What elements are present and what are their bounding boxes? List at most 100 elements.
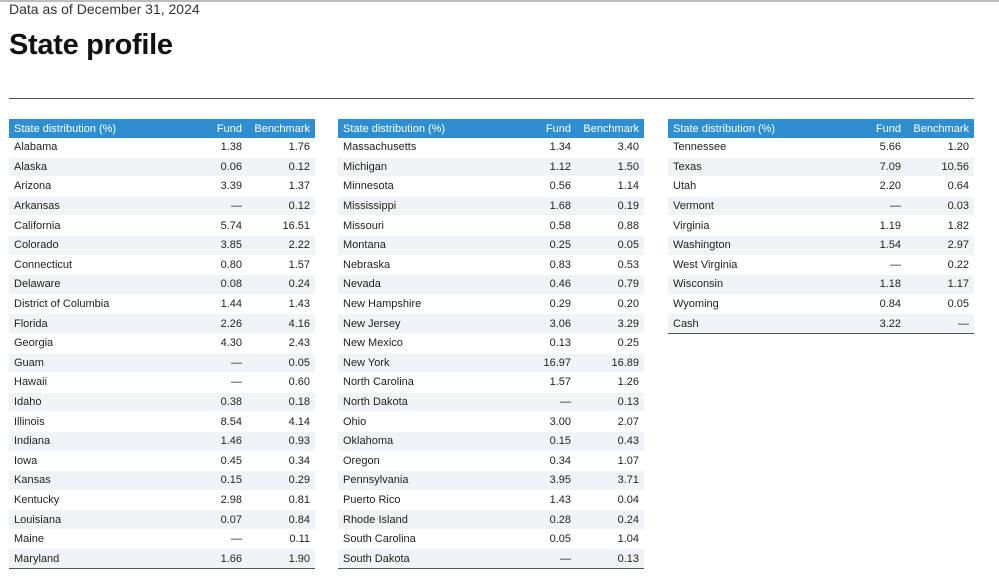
benchmark-value-cell: 0.11 bbox=[247, 529, 315, 550]
fund-value-cell: 5.66 bbox=[850, 138, 906, 158]
table-row: Delaware 0.08 0.24 bbox=[9, 274, 315, 295]
state-name-cell: Delaware bbox=[9, 274, 191, 295]
table-row: Kentucky 2.98 0.81 bbox=[9, 490, 315, 511]
state-name-cell: Alaska bbox=[9, 157, 191, 178]
table-row: Alabama 1.38 1.76 bbox=[9, 138, 315, 158]
benchmark-value-cell: 0.13 bbox=[576, 392, 644, 413]
state-name-cell: Oregon bbox=[338, 451, 520, 472]
state-table-2: State distribution (%) Fund Benchmark Ma… bbox=[338, 119, 644, 570]
state-name-cell: Mississippi bbox=[338, 196, 520, 217]
benchmark-value-cell: 1.76 bbox=[247, 138, 315, 158]
table-row: Florida 2.26 4.16 bbox=[9, 313, 315, 334]
table-row: Maryland 1.66 1.90 bbox=[9, 548, 315, 570]
benchmark-value-cell: 0.24 bbox=[247, 274, 315, 295]
fund-value-cell: 0.25 bbox=[520, 235, 576, 256]
state-column-header: State distribution (%) bbox=[338, 119, 520, 138]
fund-value-cell: 16.97 bbox=[520, 353, 576, 374]
benchmark-value-cell: 0.25 bbox=[576, 333, 644, 354]
state-name-cell: Maine bbox=[9, 529, 191, 550]
fund-value-cell: 3.85 bbox=[191, 235, 247, 256]
fund-value-cell: 0.13 bbox=[520, 333, 576, 354]
table-row: Illinois 8.54 4.14 bbox=[9, 411, 315, 432]
benchmark-value-cell: 4.16 bbox=[247, 313, 315, 334]
state-name-cell: Alabama bbox=[9, 138, 191, 158]
fund-column-header: Fund bbox=[191, 119, 247, 138]
benchmark-value-cell: 1.04 bbox=[576, 529, 644, 550]
fund-value-cell: 1.38 bbox=[191, 138, 247, 158]
table-row: Kansas 0.15 0.29 bbox=[9, 470, 315, 491]
fund-value-cell: 0.80 bbox=[191, 255, 247, 276]
table-row: Guam —0.05 bbox=[9, 353, 315, 374]
table-row: Mississippi 1.68 0.19 bbox=[338, 196, 644, 217]
table-row: Wisconsin 1.18 1.17 bbox=[668, 274, 974, 295]
fund-value-cell: 3.00 bbox=[520, 411, 576, 432]
table-row: Puerto Rico 1.43 0.04 bbox=[338, 490, 644, 511]
state-name-cell: District of Columbia bbox=[9, 294, 191, 315]
state-name-cell: Idaho bbox=[9, 392, 191, 413]
fund-value-cell: — bbox=[520, 548, 576, 570]
benchmark-value-cell: 1.07 bbox=[576, 451, 644, 472]
state-name-cell: Maryland bbox=[9, 548, 191, 570]
state-name-cell: Hawaii bbox=[9, 372, 191, 393]
benchmark-value-cell: 0.03 bbox=[906, 196, 974, 217]
benchmark-value-cell: 1.37 bbox=[247, 176, 315, 197]
table-row: Connecticut 0.80 1.57 bbox=[9, 255, 315, 276]
benchmark-value-cell: 4.14 bbox=[247, 411, 315, 432]
benchmark-value-cell: 1.50 bbox=[576, 157, 644, 178]
benchmark-value-cell: — bbox=[906, 313, 974, 334]
fund-value-cell: 0.15 bbox=[520, 431, 576, 452]
page-title: State profile bbox=[9, 29, 173, 61]
fund-value-cell: 1.66 bbox=[191, 548, 247, 570]
table-row: Cash 3.22— bbox=[668, 313, 974, 334]
state-name-cell: Oklahoma bbox=[338, 431, 520, 452]
table-row: Hawaii —0.60 bbox=[9, 372, 315, 393]
benchmark-value-cell: 0.29 bbox=[247, 470, 315, 491]
state-name-cell: Massachusetts bbox=[338, 138, 520, 158]
fund-value-cell: — bbox=[191, 353, 247, 374]
fund-value-cell: 1.46 bbox=[191, 431, 247, 452]
benchmark-value-cell: 16.89 bbox=[576, 353, 644, 374]
benchmark-value-cell: 1.26 bbox=[576, 372, 644, 393]
fund-value-cell: 1.18 bbox=[850, 274, 906, 295]
table-row: Wyoming 0.84 0.05 bbox=[668, 294, 974, 315]
fund-value-cell: 0.07 bbox=[191, 509, 247, 530]
fund-value-cell: 0.45 bbox=[191, 451, 247, 472]
fund-column-header: Fund bbox=[850, 119, 906, 138]
table-row: Maine —0.11 bbox=[9, 529, 315, 550]
state-name-cell: Tennessee bbox=[668, 138, 850, 158]
table-row: Oregon 0.34 1.07 bbox=[338, 451, 644, 472]
benchmark-value-cell: 2.43 bbox=[247, 333, 315, 354]
state-name-cell: Georgia bbox=[9, 333, 191, 354]
table-row: New York 16.97 16.89 bbox=[338, 353, 644, 374]
state-name-cell: South Carolina bbox=[338, 529, 520, 550]
fund-value-cell: 0.58 bbox=[520, 215, 576, 236]
fund-value-cell: 3.39 bbox=[191, 176, 247, 197]
table-row: Montana 0.25 0.05 bbox=[338, 235, 644, 256]
table-row: Massachusetts 1.34 3.40 bbox=[338, 138, 644, 158]
fund-value-cell: 1.34 bbox=[520, 138, 576, 158]
table-header-row: State distribution (%) Fund Benchmark bbox=[338, 119, 644, 138]
fund-value-cell: 0.15 bbox=[191, 470, 247, 491]
state-name-cell: Michigan bbox=[338, 157, 520, 178]
state-name-cell: Utah bbox=[668, 176, 850, 197]
benchmark-value-cell: 0.84 bbox=[247, 509, 315, 530]
benchmark-value-cell: 0.04 bbox=[576, 490, 644, 511]
state-name-cell: Puerto Rico bbox=[338, 490, 520, 511]
state-name-cell: California bbox=[9, 215, 191, 236]
fund-value-cell: 8.54 bbox=[191, 411, 247, 432]
table-row: Arkansas —0.12 bbox=[9, 196, 315, 217]
fund-value-cell: — bbox=[191, 529, 247, 550]
benchmark-column-header: Benchmark bbox=[247, 119, 315, 138]
table-row: Colorado 3.85 2.22 bbox=[9, 235, 315, 256]
fund-value-cell: 7.09 bbox=[850, 157, 906, 178]
state-name-cell: Arkansas bbox=[9, 196, 191, 217]
fund-value-cell: 0.08 bbox=[191, 274, 247, 295]
table-row: Missouri 0.58 0.88 bbox=[338, 215, 644, 236]
table-row: North Carolina 1.57 1.26 bbox=[338, 372, 644, 393]
fund-value-cell: 2.98 bbox=[191, 490, 247, 511]
benchmark-value-cell: 2.97 bbox=[906, 235, 974, 256]
benchmark-value-cell: 1.57 bbox=[247, 255, 315, 276]
benchmark-value-cell: 0.19 bbox=[576, 196, 644, 217]
fund-value-cell: 2.20 bbox=[850, 176, 906, 197]
state-column-header: State distribution (%) bbox=[668, 119, 850, 138]
